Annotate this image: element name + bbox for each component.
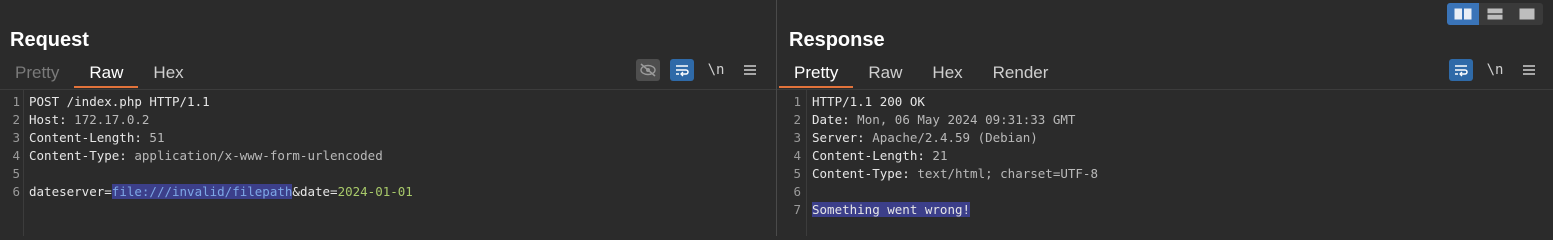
request-toolbar: \n	[636, 59, 762, 81]
request-editor[interactable]: 1 POST /index.php HTTP/1.1 2 Host: 172.17.…	[0, 89, 776, 236]
tab-render[interactable]: Render	[978, 58, 1064, 88]
param-name: dateserver=	[29, 184, 112, 199]
header-key: Server:	[812, 130, 865, 145]
code-line: 2 Date: Mon, 06 May 2024 09:31:33 GMT	[793, 112, 1076, 127]
param-name: &date=	[292, 184, 338, 199]
selected-response-body: Something went wrong!	[812, 202, 971, 217]
header-value: 21	[924, 148, 948, 163]
single-pane-icon[interactable]	[1511, 3, 1543, 25]
layout-toggle-group	[1447, 3, 1543, 25]
response-title: Response	[789, 29, 885, 51]
request-title: Request	[10, 29, 89, 51]
split-horizontal-icon[interactable]	[1447, 3, 1479, 25]
word-wrap-icon[interactable]	[670, 59, 694, 81]
header-value: Apache/2.4.59 (Debian)	[864, 130, 1038, 145]
request-tabs: Pretty Raw Hex	[0, 58, 199, 88]
code-line: 3 Content-Length: 51	[12, 130, 165, 145]
code-line: 5 Content-Type: text/html; charset=UTF-8	[793, 166, 1098, 181]
tab-pretty[interactable]: Pretty	[779, 58, 854, 88]
header-key: Host:	[29, 112, 67, 127]
code-line: 7 Something went wrong!	[793, 202, 971, 217]
header-value: application/x-www-form-urlencoded	[126, 148, 383, 163]
header-key: Date:	[812, 112, 850, 127]
code-line: 3 Server: Apache/2.4.59 (Debian)	[793, 130, 1038, 145]
code-line: 4 Content-Length: 21	[793, 148, 948, 163]
split-vertical-icon[interactable]	[1479, 3, 1511, 25]
header-key: Content-Length:	[812, 148, 925, 163]
header-value: Mon, 06 May 2024 09:31:33 GMT	[849, 112, 1076, 127]
code-line: 4 Content-Type: application/x-www-form-ur…	[12, 148, 383, 163]
selected-param-value: file:///invalid/filepath	[111, 184, 293, 199]
tab-hex[interactable]: Hex	[138, 58, 198, 88]
hamburger-menu-icon[interactable]	[738, 59, 762, 81]
response-pane: Response Pretty Raw Hex Render \n 1 HTTP/…	[777, 0, 1553, 236]
word-wrap-icon[interactable]	[1449, 59, 1473, 81]
tab-hex[interactable]: Hex	[917, 58, 977, 88]
code-line: 6	[793, 184, 801, 199]
header-key: Content-Type:	[29, 148, 127, 163]
code-line: 2 Host: 172.17.0.2	[12, 112, 150, 127]
header-value: 172.17.0.2	[66, 112, 150, 127]
hamburger-menu-icon[interactable]	[1517, 59, 1541, 81]
header-key: Content-Length:	[29, 130, 142, 145]
param-value: 2024-01-01	[337, 184, 413, 199]
tab-pretty[interactable]: Pretty	[0, 58, 74, 88]
header-value: 51	[141, 130, 165, 145]
tab-raw[interactable]: Raw	[853, 58, 917, 88]
header-value: text/html; charset=UTF-8	[909, 166, 1098, 181]
newline-toggle[interactable]: \n	[1483, 59, 1507, 81]
newline-toggle[interactable]: \n	[704, 59, 728, 81]
response-tabs: Pretty Raw Hex Render	[779, 58, 1063, 88]
code-line: 1 POST /index.php HTTP/1.1	[12, 94, 210, 109]
request-pane: Request Pretty Raw Hex \n 1 POST /index.p…	[0, 0, 776, 236]
tab-raw[interactable]: Raw	[74, 58, 139, 88]
response-editor[interactable]: 1 HTTP/1.1 200 OK 2 Date: Mon, 06 May 2024…	[777, 89, 1553, 236]
response-toolbar: \n	[1449, 59, 1541, 81]
eye-off-icon[interactable]	[636, 59, 660, 81]
header-key: Content-Type:	[812, 166, 910, 181]
code-line: 5	[12, 166, 20, 181]
code-line: 6 dateserver=file:///invalid/filepath&dat…	[12, 184, 413, 199]
code-line: 1 HTTP/1.1 200 OK	[793, 94, 925, 109]
